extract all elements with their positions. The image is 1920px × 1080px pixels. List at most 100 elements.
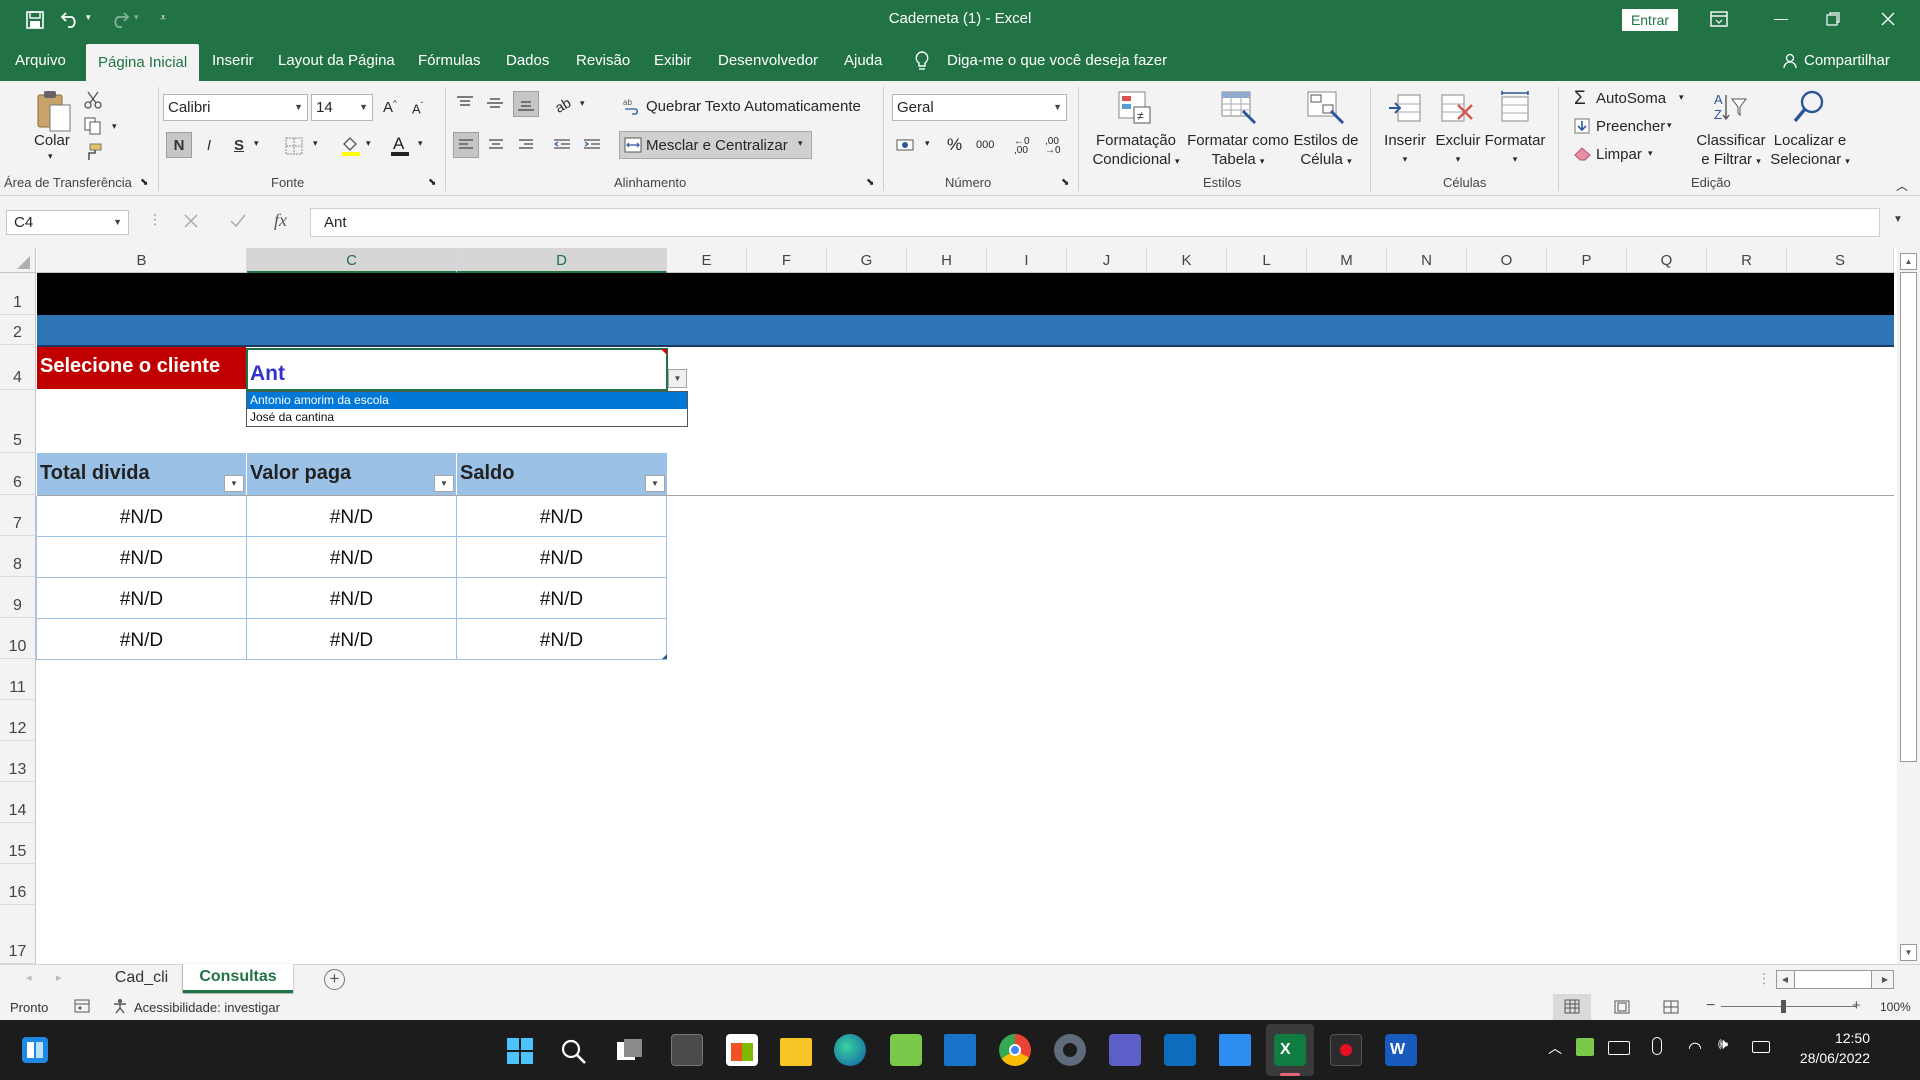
table-cell[interactable]: #N/D [457, 537, 667, 578]
font-name-combo[interactable]: Calibri ▼ [163, 94, 308, 121]
format-as-table-button[interactable]: Formatar como Tabela ▾ [1186, 131, 1290, 171]
microphone-icon[interactable] [1652, 1037, 1662, 1055]
tell-me-search[interactable]: Diga-me o que você deseja fazer [947, 40, 1167, 81]
share-icon[interactable] [1783, 53, 1799, 69]
table-cell[interactable]: #N/D [37, 496, 247, 537]
clock-date[interactable]: 28/06/2022 [1786, 1050, 1870, 1066]
start-icon[interactable] [506, 1037, 534, 1065]
notes-icon[interactable] [1219, 1034, 1251, 1066]
table-cell[interactable]: #N/D [37, 619, 247, 660]
tab-exibir[interactable]: Exibir [654, 40, 692, 81]
percent-button[interactable]: % [947, 135, 962, 155]
currency-icon[interactable] [896, 137, 916, 155]
tab-formulas[interactable]: Fórmulas [418, 40, 481, 81]
lightbulb-icon[interactable] [915, 51, 929, 71]
expand-formula-bar-icon[interactable]: ▼ [1893, 214, 1903, 225]
paste-dropdown-icon[interactable]: ▾ [48, 151, 53, 162]
orientation-dropdown-icon[interactable]: ▾ [580, 98, 585, 109]
list-item[interactable]: José da cantina [247, 409, 687, 426]
underline-dropdown-icon[interactable]: ▾ [254, 138, 259, 149]
format-as-table-icon[interactable] [1221, 91, 1257, 125]
zoom-slider-thumb[interactable] [1781, 1000, 1786, 1013]
table-cell[interactable]: #N/D [37, 578, 247, 619]
table-cell[interactable]: #N/D [247, 537, 457, 578]
table-cell[interactable]: #N/D [37, 537, 247, 578]
accessibility-status[interactable]: Acessibilidade: investigar [134, 1000, 280, 1015]
accessibility-icon[interactable] [112, 998, 130, 1014]
wrap-text-icon[interactable]: ab [623, 97, 641, 115]
clipboard-launcher-icon[interactable]: ⬊ [140, 177, 148, 188]
autosum-button[interactable]: AutoSoma [1596, 90, 1666, 107]
thousands-button[interactable]: 000 [976, 139, 994, 151]
autosum-icon[interactable]: Σ [1574, 88, 1586, 110]
align-center-icon[interactable] [488, 138, 504, 152]
keyboard-icon[interactable] [1608, 1041, 1630, 1055]
insert-cells-icon[interactable] [1388, 91, 1422, 125]
fill-icon[interactable] [1574, 118, 1590, 134]
page-break-icon[interactable] [1663, 1000, 1679, 1014]
word-icon[interactable]: W [1385, 1034, 1417, 1066]
borders-icon[interactable] [285, 137, 303, 155]
scroll-right-icon[interactable]: ▶ [1877, 971, 1893, 988]
worksheet-grid[interactable]: B C D E F G H I J K L M N O P Q R S 1 2 … [0, 248, 1920, 964]
eraser-icon[interactable] [1574, 147, 1592, 161]
increase-indent-icon[interactable] [583, 138, 601, 152]
fill-color-dropdown-icon[interactable]: ▾ [366, 138, 371, 149]
vertical-scrollbar[interactable]: ▲ ▼ [1897, 248, 1920, 964]
row-header-2[interactable]: 2 [0, 315, 36, 345]
tab-pagina-inicial[interactable]: Página Inicial [86, 44, 200, 81]
scroll-left-icon[interactable]: ◀ [1777, 971, 1793, 988]
scroll-thumb[interactable] [1900, 272, 1917, 762]
prev-sheet-icon[interactable]: ◂ [26, 971, 32, 984]
sheet-tab-consultas[interactable]: Consultas [183, 964, 293, 993]
row-header-8[interactable]: 8 [0, 536, 36, 577]
copy-icon[interactable] [84, 117, 102, 135]
zoom-in-icon[interactable]: + [1852, 997, 1861, 1014]
volume-icon[interactable]: 🕪 [1718, 1036, 1728, 1054]
table-cell[interactable]: #N/D [247, 619, 457, 660]
conditional-formatting-button[interactable]: Formatação Condicional ▾ [1086, 131, 1186, 171]
row-header-10[interactable]: 10 [0, 618, 36, 659]
underline-button[interactable]: S [226, 132, 252, 158]
select-all-corner[interactable] [0, 248, 36, 273]
wrap-text-button[interactable]: Quebrar Texto Automaticamente [646, 98, 861, 115]
scroll-up-icon[interactable]: ▲ [1900, 253, 1917, 270]
zoom-slider[interactable] [1721, 1006, 1857, 1007]
restore-icon[interactable] [1826, 12, 1840, 26]
column-header-n[interactable]: N [1387, 248, 1467, 273]
column-header-p[interactable]: P [1547, 248, 1627, 273]
format-painter-icon[interactable] [84, 143, 102, 161]
next-sheet-icon[interactable]: ▸ [56, 971, 62, 984]
edge-icon[interactable] [834, 1034, 866, 1066]
row-header-13[interactable]: 13 [0, 741, 36, 782]
delete-cells-icon[interactable] [1440, 91, 1474, 125]
alignment-launcher-icon[interactable]: ⬊ [866, 177, 874, 188]
normal-view-icon[interactable] [1553, 994, 1591, 1020]
row-header-11[interactable]: 11 [0, 659, 36, 700]
excel-icon[interactable]: X [1274, 1034, 1306, 1066]
column-header-h[interactable]: H [907, 248, 987, 273]
column-header-k[interactable]: K [1147, 248, 1227, 273]
increase-font-icon[interactable]: A^ [383, 99, 397, 116]
font-size-combo[interactable]: 14 ▼ [311, 94, 373, 121]
cancel-icon[interactable] [183, 213, 199, 229]
pen-icon[interactable] [1576, 1038, 1594, 1056]
format-cells-icon[interactable] [1498, 91, 1532, 125]
column-header-g[interactable]: G [827, 248, 907, 273]
row-header-17[interactable]: 17 [0, 905, 36, 964]
table-cell[interactable]: #N/D [457, 619, 667, 660]
cell-styles-icon[interactable] [1307, 91, 1345, 125]
orientation-icon[interactable]: ab [552, 94, 573, 116]
fill-color-icon[interactable] [340, 135, 362, 157]
fill-button[interactable]: Preencher [1596, 118, 1665, 135]
column-header-j[interactable]: J [1067, 248, 1147, 273]
name-box[interactable]: C4 ▼ [6, 210, 129, 235]
search-icon[interactable] [560, 1038, 588, 1066]
autosum-dropdown-icon[interactable]: ▾ [1679, 92, 1684, 103]
mail-icon[interactable] [944, 1034, 976, 1066]
cell-dropdown-button[interactable]: ▼ [668, 369, 687, 388]
insert-function-icon[interactable]: fx [274, 210, 287, 231]
column-header-i[interactable]: I [987, 248, 1067, 273]
row-header-6[interactable]: 6 [0, 453, 36, 495]
teams-icon[interactable] [1109, 1034, 1141, 1066]
